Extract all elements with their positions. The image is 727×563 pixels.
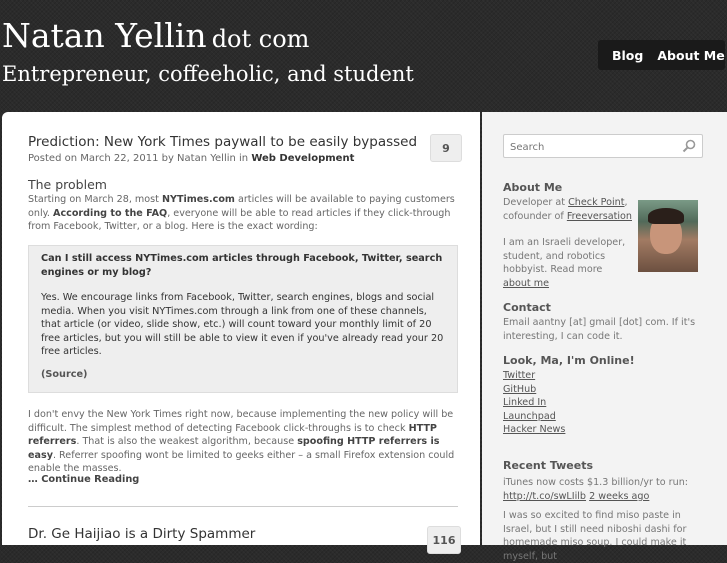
nav-blog[interactable]: Blog [612,48,643,63]
main-content: Prediction: New York Times paywall to be… [2,112,480,554]
site-name: Natan Yellin [2,16,207,55]
body-text: I don't envy the New York Times right no… [28,409,454,434]
quote-answer: Yes. We encourage links from Facebook, T… [41,292,444,357]
continue-reading-link[interactable]: … Continue Reading [28,474,139,485]
tweet-1: iTunes now costs $1.3 billion/yr to run:… [503,476,708,503]
about-text-1: Developer at [503,197,566,208]
page-container: Prediction: New York Times paywall to be… [0,112,727,562]
post-meta: Posted on March 22, 2011 by Natan Yellin… [28,153,354,164]
quote-question: Can I still access NYTimes.com articles … [41,253,443,278]
online-links: Twitter GitHub Linked In Launchpad Hacke… [503,369,565,437]
twitter-link[interactable]: Twitter [503,369,565,383]
about-text: Developer at Check Point, cofounder of F… [503,197,632,222]
nytimes-link[interactable]: NYTimes.com [162,194,235,205]
search-input[interactable] [508,136,682,159]
body-text-2: . That is also the weakest algorithm, be… [76,436,295,447]
sidebar: About Me Developer at Check Point, cofou… [482,112,727,562]
check-point-link[interactable]: Check Point [568,197,624,208]
site-title[interactable]: Natan Yellin dot com [2,16,309,55]
tweets-heading: Recent Tweets [503,459,594,472]
about-bio: I am an Israeli developer, student, and … [503,236,628,290]
main-nav: Blog About Me [598,40,725,70]
post-date-author: Posted on March 22, 2011 by Natan Yellin… [28,153,249,164]
about-bio-text: I am an Israeli developer, student, and … [503,237,626,276]
blockquote: Can I still access NYTimes.com articles … [28,245,458,393]
search-icon[interactable] [682,139,696,153]
linkedin-link[interactable]: Linked In [503,396,565,410]
nav-about-me[interactable]: About Me [657,48,724,63]
comment-count-2[interactable]: 116 [427,526,461,554]
launchpad-link[interactable]: Launchpad [503,410,565,424]
tweet-1-text: iTunes now costs $1.3 billion/yr to run: [503,477,689,488]
tweet-1-link[interactable]: http://t.co/swLIilb [503,491,586,502]
about-heading: About Me [503,181,563,194]
post-title[interactable]: Prediction: New York Times paywall to be… [28,134,417,150]
about-me-link[interactable]: about me [503,278,549,289]
freeversation-link[interactable]: Freeversation [567,211,632,222]
avatar [638,200,698,272]
faq-link[interactable]: According to the FAQ [53,208,167,219]
quote-source-link[interactable]: (Source) [41,369,445,380]
tweet-1-time[interactable]: 2 weeks ago [589,491,649,502]
about-text-2: cofounder of [503,210,564,222]
site-suffix: dot com [211,25,310,53]
post-category-link[interactable]: Web Development [251,153,354,164]
post-body: I don't envy the New York Times right no… [28,408,458,476]
intro-text: Starting on March 28, most [28,194,159,205]
online-heading: Look, Ma, I'm Online! [503,354,635,367]
post-intro: Starting on March 28, most NYTimes.com a… [28,193,458,234]
contact-text: Email aantny [at] gmail [dot] com. If it… [503,317,696,342]
post-divider [28,506,458,507]
site-tagline: Entrepreneur, coffeeholic, and student [2,62,414,86]
post-title-2[interactable]: Dr. Ge Haijiao is a Dirty Spammer [28,526,255,542]
contact-heading: Contact [503,301,551,314]
search-box [503,134,703,159]
comment-count[interactable]: 9 [430,134,462,162]
hacker-news-link[interactable]: Hacker News [503,423,565,437]
github-link[interactable]: GitHub [503,383,565,397]
tweet-2: I was so excited to find miso paste in I… [503,510,687,562]
body-text-3: . Referrer spoofing wont be limited to g… [28,449,455,475]
section-heading: The problem [28,177,107,192]
